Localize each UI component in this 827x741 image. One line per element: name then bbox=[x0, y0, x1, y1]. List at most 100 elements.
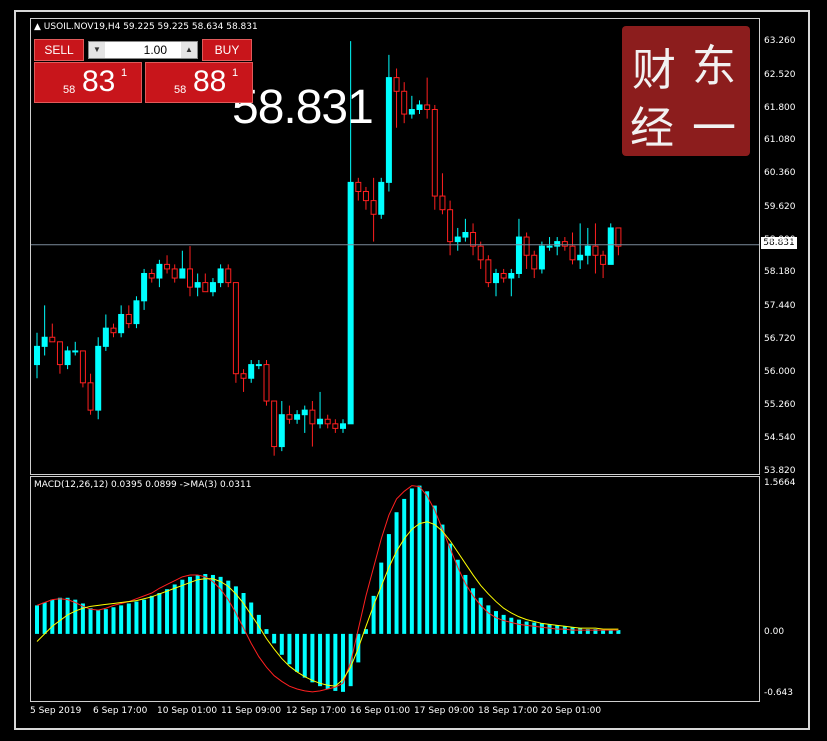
time-axis-label: 10 Sep 01:00 bbox=[157, 706, 218, 716]
candle-body bbox=[347, 181, 354, 425]
sell-price-box[interactable]: 58 83 1 bbox=[34, 62, 142, 103]
price-axis-label: 55.260 bbox=[764, 400, 796, 411]
lot-size-input[interactable]: ▼ 1.00 ▲ bbox=[88, 41, 198, 59]
candle-body bbox=[408, 109, 415, 115]
price-axis-label: 63.260 bbox=[764, 36, 796, 46]
buy-price-box[interactable]: 58 88 1 bbox=[145, 62, 253, 103]
candle-body bbox=[385, 77, 392, 183]
candle-body bbox=[263, 364, 270, 402]
logo-char: 经 bbox=[630, 103, 674, 154]
macd-bar bbox=[180, 579, 185, 634]
time-axis-label: 5 Sep 2019 bbox=[30, 706, 82, 716]
candle-body bbox=[217, 268, 224, 284]
candle-body bbox=[393, 77, 400, 92]
candle-body bbox=[171, 268, 178, 279]
candle-body bbox=[362, 190, 369, 202]
lot-decrease-icon[interactable]: ▼ bbox=[89, 42, 105, 58]
macd-bar bbox=[379, 562, 384, 634]
candle-body bbox=[454, 236, 461, 243]
candle-body bbox=[561, 241, 568, 247]
time-axis-label: 11 Sep 09:00 bbox=[221, 706, 282, 716]
candle-body bbox=[271, 400, 278, 448]
candle-body bbox=[179, 268, 186, 279]
macd-bar bbox=[516, 619, 521, 634]
watermark-logo: 财 东 经 一 bbox=[622, 26, 750, 156]
logo-char: 东 bbox=[692, 41, 736, 92]
macd-bar bbox=[188, 576, 192, 634]
macd-bar bbox=[126, 603, 131, 634]
one-click-trading-panel: SELL ▼ 1.00 ▲ BUY 58 83 1 58 88 1 bbox=[34, 39, 253, 103]
candle-body bbox=[607, 227, 614, 265]
price-axis-label: 57.440 bbox=[764, 301, 796, 312]
candle-body bbox=[202, 282, 209, 293]
candle-body bbox=[133, 300, 140, 325]
macd-bar bbox=[440, 524, 445, 634]
macd-bar bbox=[279, 633, 284, 655]
candle-body bbox=[278, 414, 285, 448]
price-axis-label: 53.820 bbox=[764, 466, 796, 476]
macd-bar bbox=[96, 610, 101, 634]
macd-bar bbox=[578, 628, 583, 634]
price-axis-label: 61.080 bbox=[764, 135, 796, 146]
macd-bar bbox=[409, 488, 414, 634]
macd-bar bbox=[172, 584, 177, 634]
candle-body bbox=[332, 423, 339, 429]
price-axis-label: 58.180 bbox=[764, 267, 796, 278]
macd-bar bbox=[318, 633, 323, 687]
lot-value: 1.00 bbox=[143, 43, 167, 57]
macd-bar bbox=[35, 605, 39, 634]
candle-body bbox=[355, 181, 362, 192]
macd-bar bbox=[608, 630, 613, 634]
macd-bar bbox=[601, 630, 606, 634]
macd-axis-label: 0.00 bbox=[764, 626, 785, 637]
candle-body bbox=[416, 104, 423, 111]
macd-label: MACD(12,26,12) 0.0395 0.0899 ->MA(3) 0.0… bbox=[34, 480, 252, 490]
big-price-overlay: 58.831 bbox=[232, 81, 374, 134]
macd-bar bbox=[134, 601, 139, 634]
candle-body bbox=[401, 90, 408, 115]
candle-body bbox=[515, 236, 522, 274]
candle-body bbox=[194, 282, 201, 288]
macd-bar bbox=[149, 595, 154, 634]
macd-bar bbox=[42, 602, 47, 634]
candle-body bbox=[508, 272, 515, 279]
symbol-info: ▲ USOIL.NOV19,H4 59.225 59.225 58.634 58… bbox=[34, 22, 258, 32]
candle-body bbox=[546, 245, 553, 248]
logo-char: 一 bbox=[692, 103, 736, 154]
candle-body bbox=[64, 350, 71, 366]
candle-body bbox=[584, 245, 591, 256]
macd-bar bbox=[448, 543, 453, 634]
candle-body bbox=[118, 313, 125, 334]
candle-body bbox=[141, 272, 148, 302]
buy-button[interactable]: BUY bbox=[202, 39, 252, 61]
macd-bar bbox=[532, 622, 537, 634]
macd-bar bbox=[142, 599, 147, 634]
lot-increase-icon[interactable]: ▲ bbox=[181, 42, 197, 58]
candle-body bbox=[240, 373, 247, 379]
macd-bar bbox=[210, 574, 215, 634]
candle-body bbox=[248, 364, 255, 379]
candle-body bbox=[309, 409, 316, 425]
macd-bar bbox=[119, 605, 124, 634]
sell-button[interactable]: SELL bbox=[34, 39, 84, 61]
macd-bar bbox=[486, 605, 491, 634]
macd-axis-label: -0.643 bbox=[764, 688, 794, 698]
macd-bar bbox=[295, 633, 300, 672]
macd-bar bbox=[272, 633, 277, 644]
macd-bar bbox=[616, 630, 621, 634]
macd-bar bbox=[50, 599, 55, 634]
macd-bar bbox=[494, 611, 498, 634]
macd-axis-label: 1.5664 bbox=[764, 478, 796, 488]
macd-bar bbox=[524, 621, 529, 634]
macd-bar bbox=[302, 633, 307, 678]
macd-pane[interactable] bbox=[30, 476, 760, 702]
macd-bar bbox=[103, 609, 108, 634]
macd-bar bbox=[195, 574, 200, 634]
time-axis-label: 18 Sep 17:00 bbox=[478, 706, 539, 716]
macd-bar bbox=[73, 599, 78, 634]
candle-body bbox=[164, 263, 171, 270]
candle-body bbox=[72, 350, 79, 353]
candle-body bbox=[255, 364, 262, 367]
candle-body bbox=[148, 272, 155, 279]
macd-bar bbox=[394, 512, 399, 634]
